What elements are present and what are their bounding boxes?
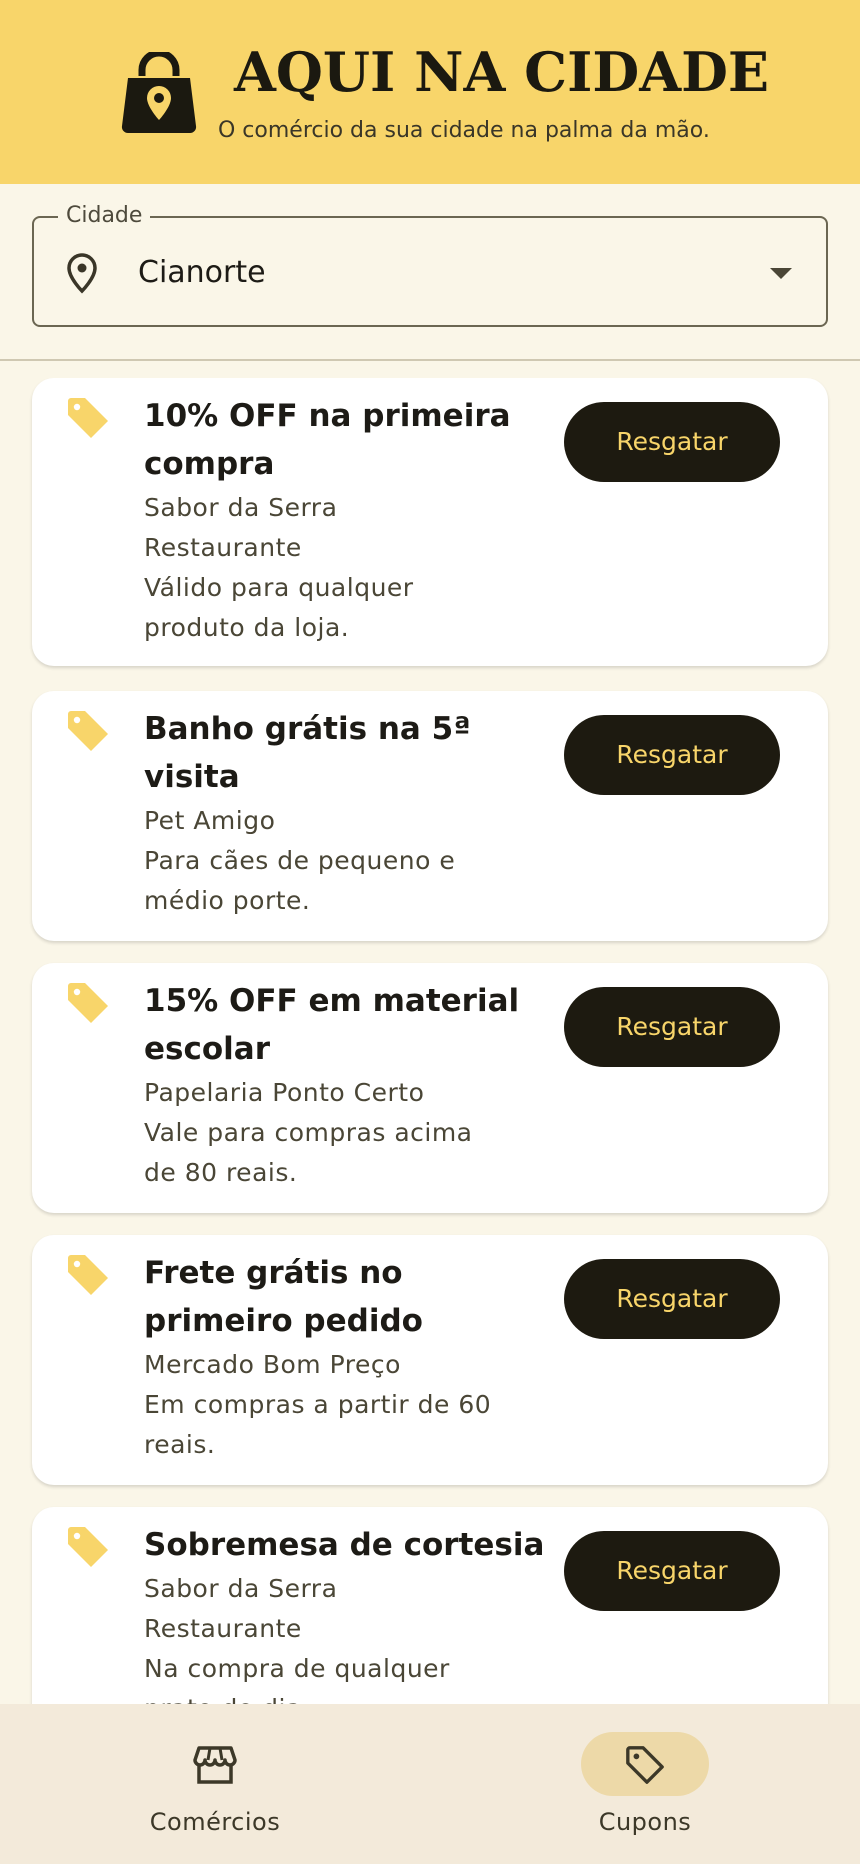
- coupon-description: Na compra de qualquer: [144, 1654, 450, 1683]
- redeem-button[interactable]: Resgatar: [564, 402, 780, 482]
- redeem-button[interactable]: Resgatar: [564, 715, 780, 795]
- tag-icon: [68, 711, 108, 751]
- location-pin-icon: [67, 253, 97, 294]
- coupon-text: 10% OFF na primeira compra Sabor da Serra R…: [144, 392, 564, 648]
- coupon-text: Frete grátis no primeiro pedido Mercado Bo…: [144, 1249, 564, 1465]
- tag-icon: [68, 1527, 108, 1567]
- coupon-text: Banho grátis na 5ª visita Pet Amigo Para cã…: [144, 705, 564, 921]
- tag-icon: [68, 983, 108, 1023]
- coupon-store-name: Mercado Bom Preço: [144, 1350, 401, 1379]
- coupon-card: Frete grátis no primeiro pedido Mercado Bo…: [32, 1235, 828, 1485]
- coupon-description: Válido para qualquer: [144, 573, 414, 602]
- coupon-store-name: Restaurante: [144, 533, 302, 562]
- redeem-button[interactable]: Resgatar: [564, 1259, 780, 1339]
- coupon-title: escolar: [144, 1031, 270, 1067]
- nav-item-comercios[interactable]: Comércios: [115, 1704, 315, 1864]
- nav-label-cupons: Cupons: [598, 1808, 692, 1836]
- coupon-title: primeiro pedido: [144, 1303, 423, 1339]
- city-select-label: Cidade: [58, 201, 151, 231]
- storefront-icon: [193, 1746, 237, 1784]
- coupon-store-name: Sabor da Serra: [144, 493, 338, 522]
- coupon-description: médio porte.: [144, 886, 311, 915]
- app-subtitle: O comércio da sua cidade na palma da mão…: [218, 118, 710, 143]
- coupon-description: Vale para compras acima: [144, 1118, 473, 1147]
- app-header: AQUI NA CIDADE O comércio da sua cidade …: [0, 0, 860, 184]
- coupon-title: 15% OFF em material: [144, 983, 520, 1019]
- coupon-description: de 80 reais.: [144, 1158, 298, 1187]
- nav-item-cupons[interactable]: Cupons: [545, 1704, 745, 1864]
- coupon-card: 10% OFF na primeira compra Sabor da Serra R…: [32, 378, 828, 666]
- dropdown-arrow-icon: [770, 268, 792, 279]
- redeem-button[interactable]: Resgatar: [564, 987, 780, 1067]
- coupon-list[interactable]: 10% OFF na primeira compra Sabor da Serra R…: [0, 378, 860, 1704]
- coupon-title: Frete grátis no: [144, 1255, 403, 1291]
- city-select-value: Cianorte: [138, 255, 266, 290]
- coupon-description: produto da loja.: [144, 613, 350, 642]
- coupon-card: Sobremesa de cortesia Sabor da Serra Resta…: [32, 1507, 828, 1704]
- coupon-description: reais.: [144, 1430, 216, 1459]
- tag-icon: [68, 1255, 108, 1295]
- coupon-store-name: Pet Amigo: [144, 806, 276, 835]
- coupon-description: Para cães de pequeno e: [144, 846, 456, 875]
- coupon-title: Sobremesa de cortesia: [144, 1527, 545, 1563]
- nav-label-comercios: Comércios: [149, 1808, 281, 1836]
- app-title: AQUI NA CIDADE: [234, 40, 770, 104]
- divider: [0, 359, 860, 361]
- coupon-store-name: Papelaria Ponto Certo: [144, 1078, 425, 1107]
- coupon-text: Sobremesa de cortesia Sabor da Serra Resta…: [144, 1521, 564, 1704]
- coupon-title: visita: [144, 759, 240, 795]
- coupon-description: prato do dia.: [144, 1689, 564, 1704]
- coupon-title: compra: [144, 446, 275, 482]
- coupon-title: Banho grátis na 5ª: [144, 711, 471, 747]
- coupon-title: 10% OFF na primeira: [144, 398, 511, 434]
- coupon-text: 15% OFF em material escolar Papelaria Pont…: [144, 977, 564, 1193]
- coupon-description: Em compras a partir de 60: [144, 1390, 492, 1419]
- tag-icon: [626, 1746, 664, 1784]
- coupon-store-name: Restaurante: [144, 1614, 302, 1643]
- city-select[interactable]: Cidade Cianorte: [32, 201, 828, 327]
- coupon-store-name: Sabor da Serra: [144, 1574, 338, 1603]
- bottom-navigation: Comércios Cupons: [0, 1704, 860, 1864]
- redeem-button[interactable]: Resgatar: [564, 1531, 780, 1611]
- coupon-card: Banho grátis na 5ª visita Pet Amigo Para cã…: [32, 691, 828, 941]
- shopping-bag-pin-icon: [121, 52, 197, 134]
- coupon-card: 15% OFF em material escolar Papelaria Pont…: [32, 963, 828, 1213]
- tag-icon: [68, 398, 108, 438]
